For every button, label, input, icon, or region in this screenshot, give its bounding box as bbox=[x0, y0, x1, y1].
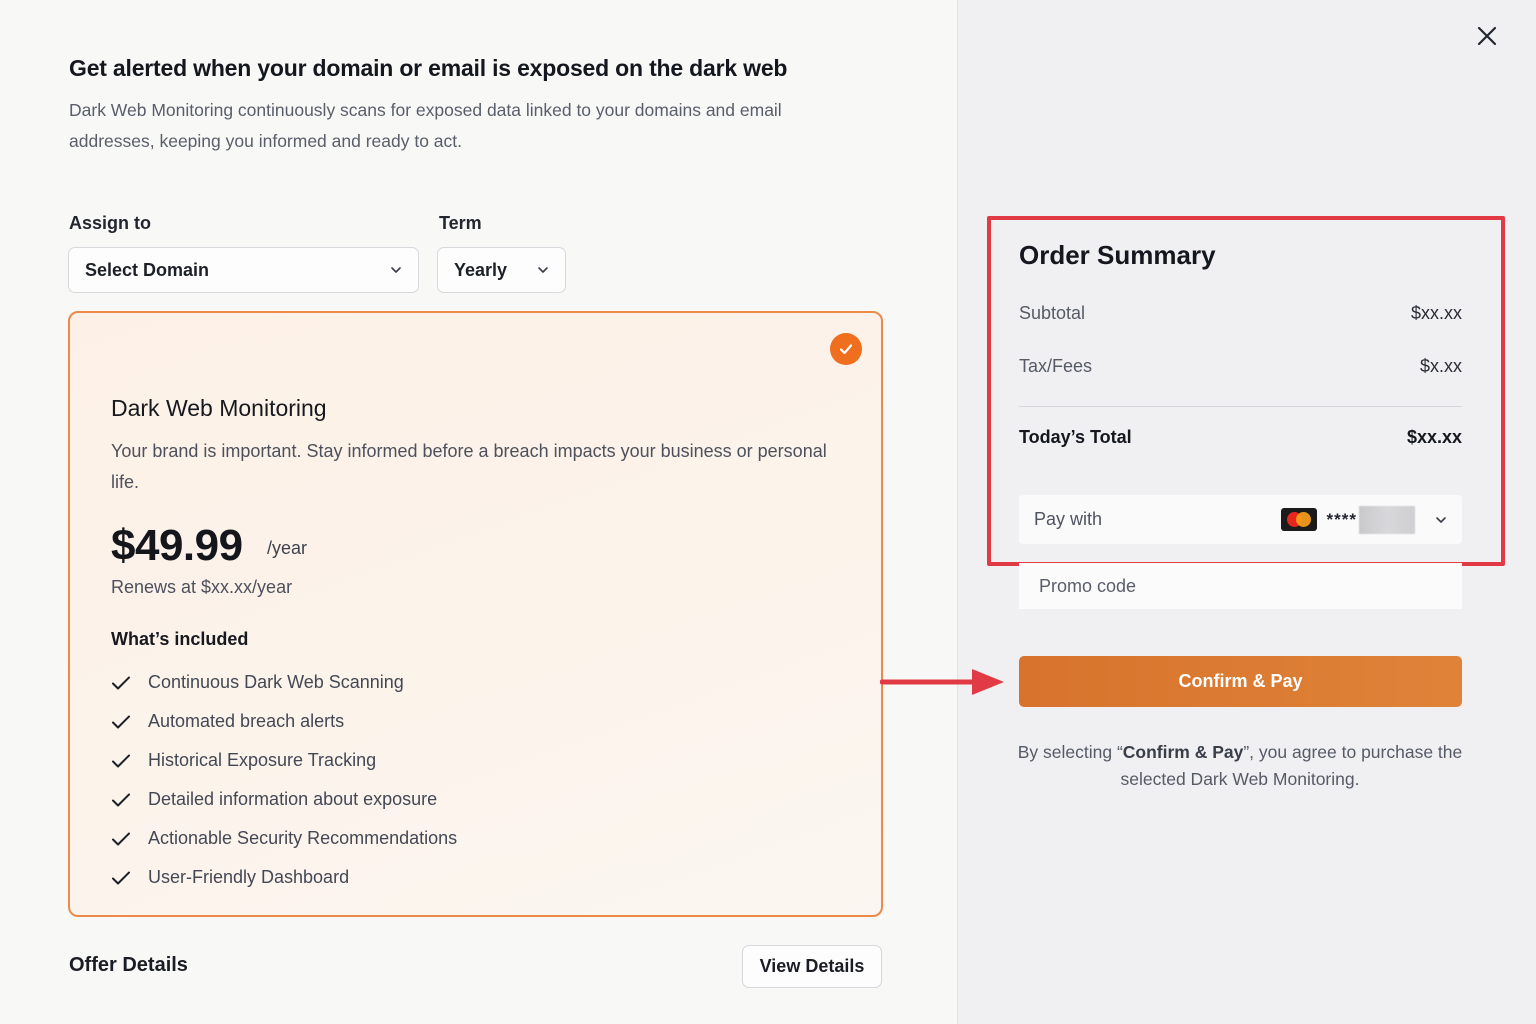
term-label: Term bbox=[439, 213, 482, 233]
check-icon bbox=[839, 344, 853, 355]
annotation-highlight-box bbox=[987, 216, 1505, 566]
assign-label: Assign to bbox=[69, 213, 152, 233]
check-icon bbox=[112, 871, 130, 884]
close-icon bbox=[1477, 26, 1497, 46]
chevron-down-icon bbox=[538, 267, 548, 273]
domain-select[interactable]: Select Domain bbox=[68, 247, 419, 293]
plan-description: Your brand is important. Stay informed b… bbox=[111, 441, 827, 492]
feature-item: User-Friendly Dashboard bbox=[111, 858, 457, 897]
check-icon bbox=[112, 793, 130, 806]
feature-item: Detailed information about exposure bbox=[111, 780, 457, 819]
view-details-button[interactable]: View Details bbox=[742, 945, 882, 988]
term-select[interactable]: Yearly bbox=[437, 247, 566, 293]
term-select-value: Yearly bbox=[454, 259, 508, 280]
feature-item: Automated breach alerts bbox=[111, 702, 457, 741]
included-title: What’s included bbox=[111, 629, 249, 649]
page-title: Get alerted when your domain or email is… bbox=[69, 55, 788, 81]
feature-item: Historical Exposure Tracking bbox=[111, 741, 457, 780]
promo-code-input[interactable] bbox=[1019, 563, 1462, 609]
arrow-right-icon bbox=[880, 669, 1004, 695]
feature-item: Actionable Security Recommendations bbox=[111, 819, 457, 858]
plan-price: $49.99 bbox=[111, 521, 243, 570]
page-subtitle: Dark Web Monitoring continuously scans f… bbox=[69, 100, 782, 151]
selected-check-badge bbox=[830, 333, 862, 365]
plan-title: Dark Web Monitoring bbox=[111, 395, 327, 421]
domain-select-value: Select Domain bbox=[85, 259, 210, 280]
feature-list: Continuous Dark Web Scanning Automated b… bbox=[111, 663, 457, 897]
agreement-text: By selecting “Confirm & Pay”, you agree … bbox=[1017, 742, 1463, 789]
offer-details-title: Offer Details bbox=[69, 954, 188, 976]
plan-card[interactable]: Dark Web Monitoring Your brand is import… bbox=[68, 311, 883, 917]
plan-renews: Renews at $xx.xx/year bbox=[111, 577, 293, 597]
close-button[interactable] bbox=[1474, 23, 1500, 49]
check-icon bbox=[112, 754, 130, 767]
plan-period: /year bbox=[267, 538, 308, 558]
confirm-pay-button[interactable]: Confirm & Pay bbox=[1019, 656, 1462, 707]
check-icon bbox=[112, 715, 130, 728]
feature-item: Continuous Dark Web Scanning bbox=[111, 663, 457, 702]
plan-panel: Get alerted when your domain or email is… bbox=[0, 0, 957, 1024]
check-icon bbox=[112, 832, 130, 845]
check-icon bbox=[112, 676, 130, 689]
chevron-down-icon bbox=[391, 267, 401, 273]
